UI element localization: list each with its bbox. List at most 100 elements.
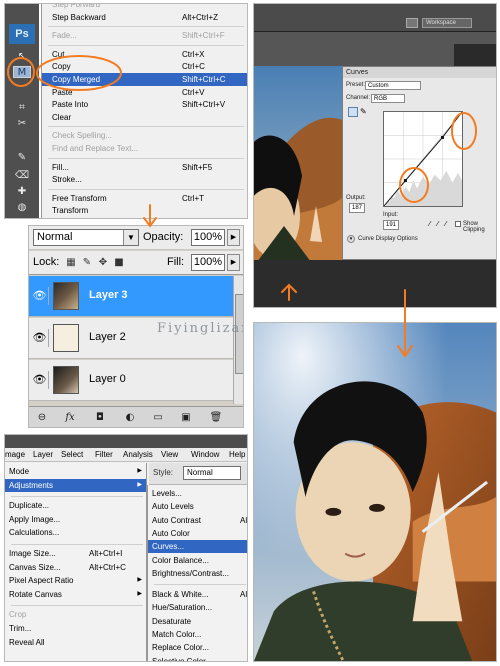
menu-item[interactable]: Reveal All bbox=[5, 636, 146, 649]
style-select[interactable]: Normal bbox=[183, 466, 241, 480]
menu-item-label: Auto Contrast bbox=[152, 515, 201, 525]
clone-stamp-icon[interactable]: ✚ bbox=[13, 186, 31, 198]
menu-item[interactable]: Paste Ctrl+V bbox=[42, 86, 247, 99]
layer-mask-icon[interactable]: ◘ bbox=[93, 411, 107, 425]
menu-item[interactable]: Image Size... Alt+Ctrl+I bbox=[5, 547, 146, 560]
menu-item[interactable]: Rotate Canvas ▶ bbox=[5, 588, 146, 601]
menu-item[interactable]: Levels... bbox=[148, 487, 247, 500]
lock-pixels-icon[interactable]: ✎ bbox=[81, 257, 93, 269]
menu-item[interactable]: Desaturate bbox=[148, 615, 247, 628]
visibility-eye-icon[interactable]: 👁 bbox=[31, 287, 49, 305]
menu-item[interactable]: Step Backward Alt+Ctrl+Z bbox=[42, 11, 247, 24]
menubar-item[interactable]: Filter bbox=[95, 448, 113, 462]
marquee-tool-icon[interactable]: M bbox=[13, 66, 31, 78]
menu-item[interactable]: Copy Merged Shift+Ctrl+C bbox=[42, 73, 247, 86]
menu-item[interactable]: Fill... Shift+F5 bbox=[42, 161, 247, 174]
menu-separator bbox=[48, 126, 244, 128]
menu-item[interactable]: Adjustments ▶ bbox=[5, 478, 146, 492]
layer-row-3[interactable]: 👁 Layer 3 bbox=[29, 276, 233, 317]
menu-item[interactable]: Brightness/Contrast... bbox=[148, 567, 247, 580]
menu-item[interactable]: Stroke... bbox=[42, 173, 247, 186]
white-eyedropper-icon[interactable]: ⁄ bbox=[445, 220, 446, 228]
menubar-item[interactable]: Layer bbox=[33, 448, 53, 462]
menu-bar: mage Layer Select Filter Analysis View Window H… bbox=[5, 448, 247, 462]
menubar-item[interactable]: mage bbox=[5, 448, 25, 462]
opacity-input[interactable]: 100% bbox=[191, 229, 225, 246]
menu-item[interactable]: Check Spelling... bbox=[42, 129, 247, 142]
fill-slider-button[interactable]: ▶ bbox=[227, 254, 240, 271]
menu-item-label: Match Color... bbox=[152, 630, 202, 639]
menu-item[interactable]: Cut Ctrl+X bbox=[42, 48, 247, 61]
eraser-tool-icon[interactable]: ⌫ bbox=[13, 170, 31, 182]
menu-item[interactable]: Curves... bbox=[148, 540, 247, 554]
move-tool-icon[interactable]: ↖ bbox=[13, 51, 31, 63]
brush-tool-icon[interactable]: ✎ bbox=[13, 152, 31, 164]
menu-item[interactable]: Duplicate... bbox=[5, 499, 146, 512]
menu-item[interactable]: Copy Ctrl+C bbox=[42, 60, 247, 73]
menu-item[interactable]: Color Balance... bbox=[148, 554, 247, 567]
menubar-item[interactable]: Analysis bbox=[123, 448, 153, 462]
menu-item[interactable]: Trim... bbox=[5, 622, 146, 635]
menu-item[interactable]: Auto Color bbox=[148, 527, 247, 540]
visibility-eye-icon[interactable]: 👁 bbox=[31, 371, 49, 389]
menu-item[interactable]: Calculations... bbox=[5, 526, 146, 539]
layer-row-0[interactable]: 👁 Layer 0 bbox=[29, 360, 233, 401]
menubar-item[interactable]: View bbox=[161, 448, 178, 462]
lock-transparent-icon[interactable]: ▦ bbox=[65, 257, 77, 269]
new-layer-icon[interactable]: ▣ bbox=[179, 411, 193, 425]
show-clipping-checkbox[interactable] bbox=[455, 221, 461, 227]
preset-select[interactable]: Custom bbox=[365, 81, 421, 90]
menu-item[interactable]: Replace Color... bbox=[148, 641, 247, 654]
blend-mode-select[interactable]: Normal ▼ bbox=[33, 229, 139, 246]
menu-item[interactable]: Paste Into Shift+Ctrl+V bbox=[42, 98, 247, 111]
lock-all-icon[interactable]: ■ bbox=[113, 257, 125, 269]
gray-eyedropper-icon[interactable]: ⁄ bbox=[437, 220, 438, 228]
link-layers-icon[interactable]: ⊖ bbox=[35, 411, 49, 425]
dodge-tool-icon[interactable]: ◍ bbox=[13, 202, 31, 214]
menu-item[interactable]: Crop bbox=[5, 608, 146, 621]
curves-graph[interactable] bbox=[383, 111, 463, 207]
menubar-item[interactable]: Window bbox=[191, 448, 219, 462]
menu-item[interactable]: Selective Color... bbox=[148, 655, 247, 661]
menu-item[interactable]: Free Transform Ctrl+T bbox=[42, 192, 247, 205]
menu-item[interactable]: Hue/Saturation... bbox=[148, 601, 247, 614]
trash-icon[interactable]: 🗑 bbox=[209, 411, 223, 425]
layers-footer: ⊖ fx ◘ ◐ ▭ ▣ 🗑 bbox=[29, 406, 243, 427]
menu-item[interactable]: Canvas Size... Alt+Ctrl+C bbox=[5, 561, 146, 574]
fill-input[interactable]: 100% bbox=[191, 254, 225, 271]
layers-scrollbar[interactable] bbox=[233, 276, 243, 404]
menubar-item[interactable]: Select bbox=[61, 448, 83, 462]
group-folder-icon[interactable]: ▭ bbox=[151, 411, 165, 425]
menu-item[interactable]: Pixel Aspect Ratio ▶ bbox=[5, 574, 146, 587]
menu-item[interactable]: Auto Contrast Alt bbox=[148, 514, 247, 527]
chevron-down-icon[interactable]: ▼ bbox=[123, 230, 138, 245]
lock-position-icon[interactable]: ✥ bbox=[97, 257, 109, 269]
expand-options-icon[interactable]: ▾ bbox=[347, 235, 355, 243]
menu-item[interactable]: Find and Replace Text... bbox=[42, 142, 247, 155]
opacity-slider-button[interactable]: ▶ bbox=[227, 229, 240, 246]
menu-item[interactable]: Transform bbox=[42, 204, 247, 217]
pencil-tool-icon[interactable]: ✎ bbox=[360, 107, 367, 116]
workspace-icon[interactable] bbox=[406, 18, 418, 28]
menu-item[interactable]: Auto Levels bbox=[148, 500, 247, 513]
menu-item[interactable]: Apply Image... bbox=[5, 513, 146, 526]
menu-item[interactable]: Black & White... Alt bbox=[148, 588, 247, 601]
input-input[interactable]: 191 bbox=[383, 220, 399, 230]
photoshop-logo: Ps bbox=[9, 24, 35, 44]
visibility-eye-icon[interactable]: 👁 bbox=[31, 329, 49, 347]
adjustment-layer-icon[interactable]: ◐ bbox=[123, 411, 137, 425]
workspace-button[interactable]: Workspace bbox=[422, 18, 472, 28]
output-input[interactable]: 187 bbox=[349, 203, 365, 213]
curve-point-tool-icon[interactable] bbox=[348, 107, 358, 117]
menu-item[interactable]: Clear bbox=[42, 111, 247, 124]
magic-wand-icon[interactable]: ⌗ bbox=[13, 102, 31, 114]
layer-style-icon[interactable]: fx bbox=[63, 411, 77, 425]
menu-item[interactable]: Fade... Shift+Ctrl+F bbox=[42, 29, 247, 42]
black-eyedropper-icon[interactable]: ⁄ bbox=[429, 220, 430, 228]
style-options: Style: Normal bbox=[149, 463, 247, 485]
channel-select[interactable]: RGB bbox=[371, 94, 405, 103]
menu-item[interactable]: Mode ▶ bbox=[5, 465, 146, 478]
menu-item[interactable]: Match Color... bbox=[148, 628, 247, 641]
crop-tool-icon[interactable]: ✂ bbox=[13, 118, 31, 130]
menubar-item[interactable]: Help bbox=[229, 448, 245, 462]
